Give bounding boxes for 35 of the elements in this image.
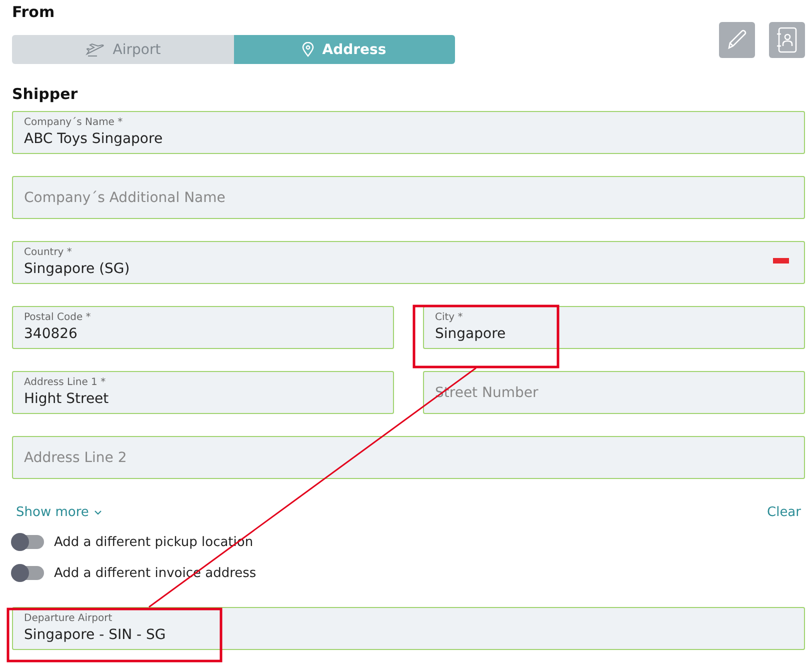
pencil-icon — [725, 28, 749, 52]
input-field[interactable]: Departure Airport Singapore - SIN - SG — [12, 607, 805, 650]
toggle-switch[interactable] — [12, 535, 44, 549]
toggle-switch[interactable] — [12, 566, 44, 580]
input-field[interactable]: Postal Code * 340826 — [12, 306, 394, 349]
section-title: From — [12, 2, 56, 22]
mode-tab[interactable]: Address — [234, 35, 455, 64]
input-field[interactable]: Company´s Name * ABC Toys Singapore — [12, 111, 805, 154]
field-label: Country * — [24, 246, 73, 260]
field-label: City * — [435, 311, 464, 325]
field-label: Address Line 1 * — [24, 376, 107, 390]
input-field[interactable]: Company´s Additional Name — [12, 176, 805, 219]
input-field[interactable]: Address Line 2 — [12, 436, 805, 479]
field-value: Singapore (SG) — [24, 260, 130, 278]
field-label: Postal Code * — [24, 311, 92, 325]
field-value: 340826 — [24, 325, 78, 343]
flag-icon — [773, 258, 789, 269]
input-field[interactable]: City * Singapore — [423, 306, 805, 349]
plane-icon — [84, 42, 105, 56]
field-label: Company´s Name * — [24, 116, 124, 130]
field-value: ABC Toys Singapore — [24, 130, 163, 148]
field-value: Hight Street — [24, 390, 109, 408]
field-placeholder: Address Line 2 — [24, 450, 128, 466]
field-value: Singapore — [435, 325, 506, 343]
chevron-down-icon — [94, 510, 102, 514]
location-pin-icon — [302, 42, 314, 57]
section-title: Shipper — [12, 84, 79, 104]
field-label: Departure Airport — [24, 612, 114, 626]
show-more-link[interactable]: Show more — [12, 503, 106, 521]
field-placeholder: Company´s Additional Name — [24, 190, 226, 206]
input-field[interactable]: Address Line 1 * Hight Street — [12, 371, 394, 414]
input-field[interactable]: Country * Singapore (SG) — [12, 241, 805, 284]
clear-link[interactable]: Clear — [763, 503, 805, 521]
field-value: Singapore - SIN - SG — [24, 626, 166, 644]
mode-tab[interactable]: Airport — [12, 35, 234, 64]
